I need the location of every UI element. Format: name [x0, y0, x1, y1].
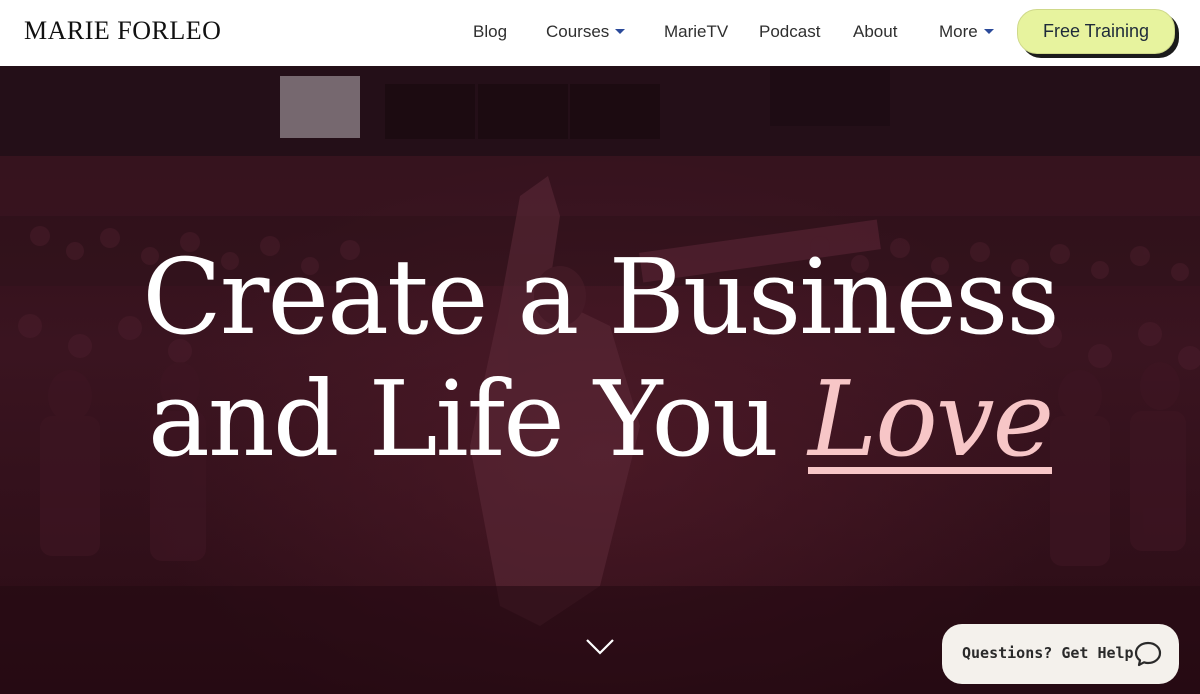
free-training-button[interactable]: Free Training [1017, 9, 1175, 54]
nav-item-courses[interactable]: Courses [546, 21, 626, 43]
hero-headline: Create a Business and Life You Love [0, 236, 1200, 480]
nav-item-blog[interactable]: Blog [473, 21, 507, 43]
nav-more-label: More [939, 22, 978, 41]
headline-line-2-text: and Life You [147, 358, 809, 480]
headline-emphasis: Love [808, 358, 1054, 480]
help-widget-label: Questions? Get Help [962, 644, 1134, 662]
scroll-down-chevron-icon[interactable] [585, 637, 615, 657]
nav-podcast-label: Podcast [759, 22, 821, 41]
nav-item-marietv[interactable]: MarieTV [664, 21, 728, 43]
chevron-down-icon [983, 29, 994, 35]
site-logo[interactable]: MARIE FORLEO [24, 17, 221, 45]
site-header: MARIE FORLEO Blog Courses MarieTV Podcas… [0, 0, 1200, 66]
chat-bubble-icon [1134, 641, 1162, 667]
nav-item-podcast[interactable]: Podcast [759, 21, 820, 43]
help-widget-button[interactable]: Questions? Get Help [942, 624, 1179, 684]
nav-item-about[interactable]: About [853, 21, 897, 43]
nav-marietv-label: MarieTV [664, 22, 729, 41]
nav-item-more[interactable]: More [939, 21, 994, 43]
headline-line-2: and Life You Love [0, 358, 1200, 480]
nav-about-label: About [853, 22, 898, 41]
nav-blog-label: Blog [473, 22, 508, 41]
hero-section: Create a Business and Life You Love [0, 66, 1200, 694]
headline-line-1: Create a Business [142, 236, 1060, 358]
chevron-down-icon [615, 29, 626, 35]
nav-courses-label: Courses [546, 22, 610, 41]
